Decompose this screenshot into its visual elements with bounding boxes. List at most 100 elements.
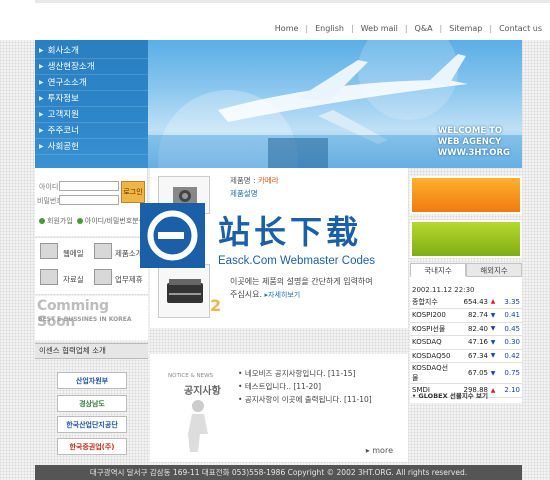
id-input[interactable] [59, 181, 119, 191]
arrow-right-icon: ▶ [39, 78, 44, 86]
arrow-down-icon: ▼ [488, 349, 498, 363]
arrow-up-icon: ▲ [488, 295, 498, 309]
nav-separator: | [489, 24, 493, 33]
notice-item-text: 공지사항이 이곳에 출력됩니다. [11-10] [244, 395, 372, 404]
tab-domestic[interactable]: 국내지수 [410, 263, 466, 277]
table-row: KOSDAQ50 67.34 ▼ 0.42 [410, 349, 522, 363]
stock-value: 67.34 [454, 349, 488, 363]
globex-link[interactable]: • GLOBEX 선물지수 보기 [412, 390, 488, 400]
menu-item-shareholders[interactable]: ▶ 주주코너 [35, 123, 148, 139]
orange-banner[interactable] [410, 176, 522, 214]
stock-change: 0.45 [498, 322, 522, 336]
arrow-right-icon: ▶ [39, 46, 44, 54]
nav-home-link[interactable]: Home [275, 24, 299, 33]
menu-item-label: 회사소개 [47, 45, 79, 56]
mail-icon[interactable] [40, 243, 58, 259]
header: Home | English | Web mail | Q&A | Sitema… [0, 0, 550, 40]
menu-item-investment[interactable]: ▶ 투자정보 [35, 91, 148, 107]
menu-item-label: 고객지원 [47, 109, 79, 120]
stock-value: 654.43 [454, 295, 488, 309]
biz-inquiry-label[interactable]: 업무제휴 [115, 274, 143, 285]
product-more-link[interactable]: ▸자세히보기 [265, 291, 301, 299]
product-name-label: 제품명 : [230, 176, 258, 185]
stock-value: 47.16 [454, 335, 488, 350]
menu-item-production[interactable]: ▶ 생산현장소개 [35, 59, 148, 75]
login-links: 회원가입 아이디/비밀번호분실 [39, 216, 145, 226]
partner-name: 한국증권업(주) [69, 442, 115, 451]
password-input[interactable] [59, 195, 119, 205]
login-button[interactable]: 로그인 [121, 181, 145, 203]
menu-item-research[interactable]: ▶ 연구소소개 [35, 75, 148, 91]
welcome-line-2: WEB AGENCY [437, 137, 502, 147]
menu-item-label: 생산현장소개 [47, 61, 95, 72]
partner-logo[interactable]: 한국증권업(주) [57, 438, 127, 455]
partner-logo[interactable]: 산업자원부 [57, 372, 127, 389]
stock-name: KOSDAQ50 [410, 349, 454, 363]
search-icon[interactable] [40, 269, 58, 285]
stock-change: 2.10 [498, 383, 522, 398]
menu-item-support[interactable]: ▶ 고객지원 [35, 107, 148, 123]
person-silhouette-icon [188, 400, 208, 452]
stock-value: 67.05 [454, 362, 488, 384]
welcome-line-3: WWW.3HT.ORG [437, 148, 510, 158]
pencil-icon[interactable] [94, 269, 112, 285]
table-row: KOSPI선물 82.40 ▼ 0.45 [410, 322, 522, 336]
watermark: 站长下载 Easck.Com Webmaster Codes [140, 203, 410, 268]
nav-sitemap-link[interactable]: Sitemap [449, 24, 482, 33]
arrow-right-icon: ▶ [39, 142, 44, 150]
menu-item-label: 주주코너 [47, 125, 79, 136]
table-row: 종합지수 654.43 ▲ 3.35 [410, 295, 522, 309]
nav-contact-link[interactable]: Contact us [499, 24, 542, 33]
notice-list: • 네오비즈 공지사항입니다. [11-15] • 테스트입니다.. [11-2… [238, 367, 372, 406]
partner-logo[interactable]: 경상남도 [57, 395, 127, 412]
product-desc-text: 이곳에는 제품의 설명을 간단하게 입력하여 주십시요. [230, 277, 373, 299]
coming-soon-subtitle: BEST E-BUSSINES IN KOREA [38, 316, 132, 323]
menu-item-social[interactable]: ▶ 사회공헌 [35, 139, 148, 155]
partner-logo[interactable]: 한국산업단지공단 [57, 416, 127, 433]
typewriter-thumbnail[interactable] [158, 264, 210, 318]
menu-item-label: 투자정보 [47, 93, 79, 104]
stock-tabs: 국내지수 해외지수 [410, 263, 522, 277]
find-account-link[interactable]: 아이디/비밀번호분실 [85, 216, 145, 226]
quick-menu: 웹메일 제품소개 자료실 업무제휴 [35, 238, 148, 294]
join-link[interactable]: 회원가입 [47, 216, 73, 226]
arrow-down-icon: ▼ [488, 308, 498, 323]
main-banner: WELCOME TO WEB AGENCY WWW.3HT.ORG [148, 40, 522, 168]
top-navigation: Home | English | Web mail | Q&A | Sitema… [275, 24, 542, 33]
product-desc-title: 제품설명 [230, 189, 258, 198]
product-description: 이곳에는 제품의 설명을 간단하게 입력하여 주십시요. ▸자세히보기 [230, 275, 380, 302]
notice-item[interactable]: • 공지사항이 이곳에 출력됩니다. [11-10] [238, 393, 372, 406]
notice-title-en: NOTICE & NEWS [168, 373, 214, 379]
product-name-value: 카메라 [258, 176, 279, 185]
typewriter-icon [167, 279, 203, 303]
bullet-icon [39, 218, 45, 224]
notice-more-link[interactable]: ▸ more [366, 446, 393, 455]
partner-name: 한국산업단지공단 [66, 420, 118, 429]
stock-name: 종합지수 [410, 295, 454, 309]
partners-title: 이센스 협력업체 소개 [35, 343, 148, 359]
product-info-label[interactable]: 제품소개 [115, 248, 143, 259]
stock-change: 0.75 [498, 362, 522, 384]
nav-qa-link[interactable]: Q&A [415, 24, 433, 33]
nav-webmail-link[interactable]: Web mail [361, 24, 398, 33]
product-icon[interactable] [94, 243, 112, 259]
stock-name: KOSPI선물 [410, 322, 454, 336]
stock-name: KOSDAQ [410, 335, 454, 350]
arrow-right-icon: ▶ [39, 110, 44, 118]
stock-change: 3.35 [498, 295, 522, 309]
login-box: 아이디 비밀번호 로그인 회원가입 아이디/비밀번호분실 [35, 168, 148, 236]
watermark-en-text: Easck.Com Webmaster Codes [218, 255, 376, 267]
green-banner[interactable] [410, 220, 522, 258]
arrow-down-icon: ▼ [488, 335, 498, 350]
nav-english-link[interactable]: English [315, 24, 344, 33]
tab-overseas[interactable]: 해외지수 [466, 263, 522, 277]
table-row: KOSPI200 82.74 ▼ 0.41 [410, 308, 522, 323]
notice-item[interactable]: • 네오비즈 공지사항입니다. [11-15] [238, 367, 372, 380]
product-page-number: 2 [210, 296, 222, 315]
menu-item-company[interactable]: ▶ 회사소개 [35, 43, 148, 59]
nav-separator: | [439, 24, 443, 33]
webmail-label[interactable]: 웹메일 [63, 248, 84, 259]
stock-change: 0.30 [498, 335, 522, 350]
notice-item[interactable]: • 테스트입니다.. [11-20] [238, 380, 372, 393]
data-room-label[interactable]: 자료실 [63, 274, 84, 285]
